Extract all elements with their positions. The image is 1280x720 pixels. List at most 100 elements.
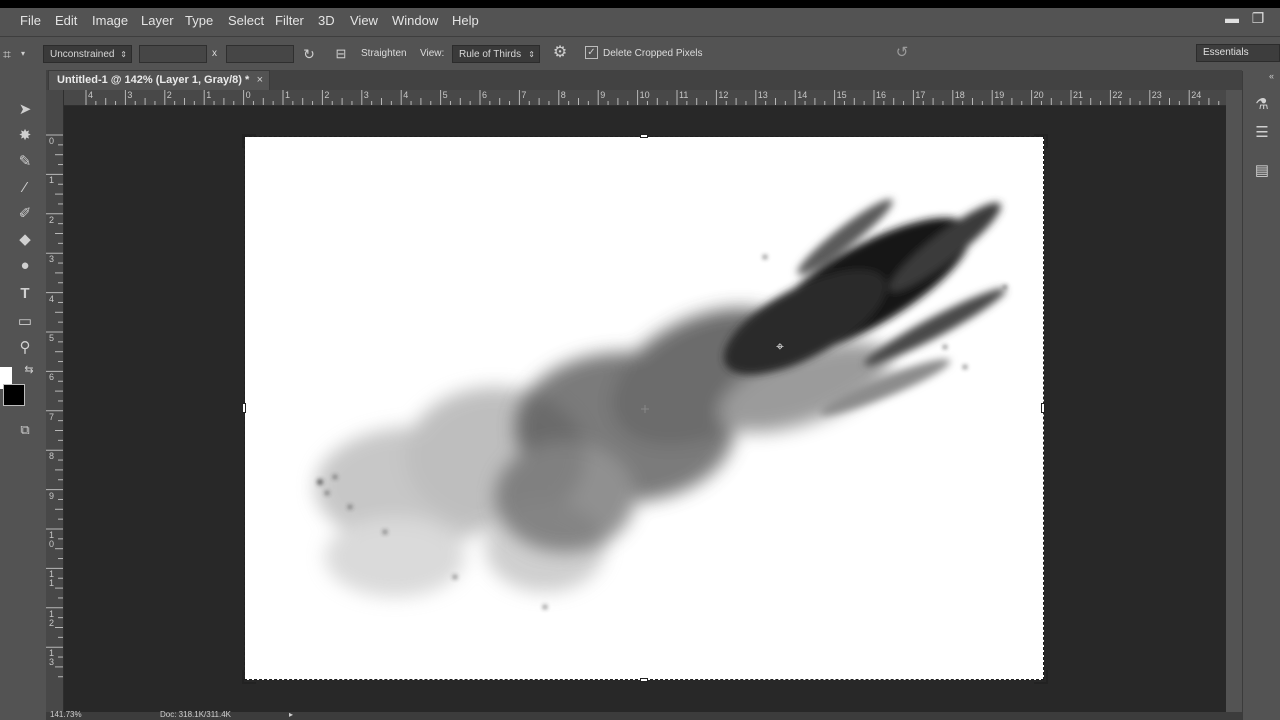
menu-view[interactable]: View	[350, 13, 378, 28]
history-panel-icon[interactable]: ⚗	[1251, 95, 1273, 115]
ruler-label: 15	[836, 90, 847, 100]
ruler-label: 13	[757, 90, 768, 100]
ruler-label: 18	[954, 90, 965, 100]
ruler-label: 21	[1073, 90, 1084, 100]
ruler-label: 1	[49, 175, 55, 186]
swap-colors-icon[interactable]: ⇆	[18, 359, 40, 381]
menu-file[interactable]: File	[20, 13, 41, 28]
ruler-label: 5	[49, 333, 55, 343]
overlay-view-value: Rule of Thirds	[459, 49, 522, 60]
screen-mode-icon[interactable]: ⧉	[14, 419, 36, 441]
menu-type[interactable]: Type	[185, 13, 213, 28]
gear-icon[interactable]: ⚙	[551, 45, 569, 61]
document-tab[interactable]: Untitled-1 @ 142% (Layer 1, Gray/8) * ×	[48, 70, 270, 90]
ruler-label: 2	[324, 90, 330, 100]
title-strip	[0, 0, 1280, 8]
background-color-swatch[interactable]	[3, 384, 25, 406]
ruler-label: 2	[166, 90, 172, 100]
vertical-ruler[interactable]: 0 1 2 3 4 5 6 7 8 9 1 0 1 1 1 2 1 3	[46, 90, 64, 712]
ruler-label: 6	[49, 372, 55, 383]
ruler-label: 4	[403, 90, 409, 100]
delete-cropped-checkbox[interactable]: ✓	[585, 46, 598, 59]
ruler-label: 12	[718, 90, 729, 100]
adjustments-panel-icon[interactable]: ☰	[1251, 123, 1273, 143]
crop-handle-top[interactable]	[640, 134, 648, 138]
crop-handle-bottom[interactable]	[640, 678, 648, 682]
properties-panel-icon[interactable]: ▤	[1251, 161, 1273, 181]
crop-preset-select[interactable]: Unconstrained ⇕	[43, 45, 132, 63]
ruler-label: 1 3	[49, 648, 55, 668]
ruler-label: 8	[560, 90, 566, 100]
restore-icon[interactable]: ❐	[1248, 10, 1268, 26]
crop-corner-bottom-left[interactable]	[242, 670, 256, 684]
workspace-value: Essentials	[1203, 47, 1249, 58]
ruler-label: 22	[1112, 90, 1123, 100]
tools-panel: ➤ ✸ ✎ ⁄ ✐ ◆ ● T ▭ ⚲ ⇆ ⧉	[0, 71, 47, 720]
document-tab-title: Untitled-1 @ 142% (Layer 1, Gray/8) *	[57, 74, 250, 86]
straighten-label[interactable]: Straighten	[361, 48, 407, 59]
overlay-view-select[interactable]: Rule of Thirds ⇕	[452, 45, 540, 63]
ruler-label: 9	[49, 490, 55, 501]
ruler-label: 3	[49, 254, 55, 265]
tool-preset-chevron-icon[interactable]: ▾	[18, 46, 28, 62]
ruler-label: 11	[679, 90, 689, 100]
dimension-separator: x	[212, 48, 217, 59]
mouse-cursor-icon: ⌖	[776, 338, 784, 354]
crop-tool-icon[interactable]: ⌗	[0, 46, 14, 62]
zoom-tool-icon[interactable]: ⚲	[14, 337, 36, 359]
swap-dimensions-icon[interactable]: ↻	[300, 46, 318, 62]
ruler-label: 19	[994, 90, 1005, 100]
straighten-icon[interactable]: ⊟	[332, 46, 350, 62]
horizontal-ruler[interactable]: 4 3 2 1 0 1 2 3 4 5 6 7 8 9 10 11 12 13 14 15 16 17 18 19 20 21 22…	[64, 90, 1226, 106]
ruler-label: 3	[363, 90, 369, 100]
eyedropper-icon[interactable]: ✎	[14, 151, 36, 173]
minimize-icon[interactable]: ▬	[1222, 10, 1242, 26]
menu-bar: File Edit Image Layer Type Select Filter…	[0, 8, 1280, 35]
menu-3d[interactable]: 3D	[318, 13, 335, 28]
menu-filter[interactable]: Filter	[275, 13, 304, 28]
menu-image[interactable]: Image	[92, 13, 128, 28]
menu-layer[interactable]: Layer	[141, 13, 174, 28]
workspace-select[interactable]: Essentials	[1196, 44, 1280, 62]
status-menu-arrow-icon[interactable]: ▸	[289, 710, 293, 719]
ruler-label: 7	[49, 411, 55, 422]
brush-icon[interactable]: ⁄	[14, 177, 36, 199]
paint-bucket-icon[interactable]: ◆	[14, 229, 36, 251]
crop-handle-left[interactable]	[242, 403, 246, 413]
crop-corner-top-right[interactable]	[1034, 134, 1048, 148]
move-tool-icon[interactable]: ➤	[14, 99, 36, 121]
ruler-label: 10	[639, 90, 650, 100]
ruler-label: 17	[915, 90, 926, 100]
crop-handle-right[interactable]	[1041, 403, 1045, 413]
options-bar: ⌗ ▾ Unconstrained ⇕ x ↻ ⊟ Straighten Vie…	[0, 36, 1280, 72]
ruler-label: 9	[600, 90, 606, 100]
history-brush-icon[interactable]: ✐	[14, 203, 36, 225]
zoom-level[interactable]: 141.73%	[50, 710, 82, 719]
ruler-label: 0	[245, 90, 251, 100]
menu-edit[interactable]: Edit	[55, 13, 77, 28]
ruler-label: 8	[49, 451, 55, 462]
view-label: View:	[420, 48, 445, 59]
rectangle-tool-icon[interactable]: ▭	[14, 311, 36, 333]
ruler-label: 1 1	[49, 569, 55, 589]
collapse-dock-icon[interactable]: «	[1269, 71, 1274, 81]
menu-window[interactable]: Window	[392, 13, 438, 28]
crop-corner-bottom-right[interactable]	[1034, 670, 1048, 684]
menu-help[interactable]: Help	[452, 13, 479, 28]
ruler-label: 24	[1191, 90, 1202, 100]
delete-cropped-label[interactable]: Delete Cropped Pixels	[603, 48, 703, 59]
magic-wand-icon[interactable]: ✸	[14, 125, 36, 147]
menu-select[interactable]: Select	[228, 13, 264, 28]
right-panel-dock: « ⚗ ☰ ▤	[1242, 71, 1280, 720]
crop-height-field[interactable]	[226, 45, 294, 63]
ruler-label: 14	[797, 90, 808, 100]
crop-width-field[interactable]	[139, 45, 207, 63]
ruler-label: 6	[482, 90, 488, 100]
dodge-icon[interactable]: ●	[14, 255, 36, 277]
reset-icon[interactable]: ↺	[892, 45, 912, 61]
type-tool-icon[interactable]: T	[14, 283, 36, 305]
updown-icon: ⇕	[528, 50, 535, 59]
crop-corner-top-left[interactable]	[242, 134, 256, 148]
close-icon[interactable]: ×	[257, 71, 263, 89]
crop-bounding-box[interactable]	[244, 136, 1044, 680]
